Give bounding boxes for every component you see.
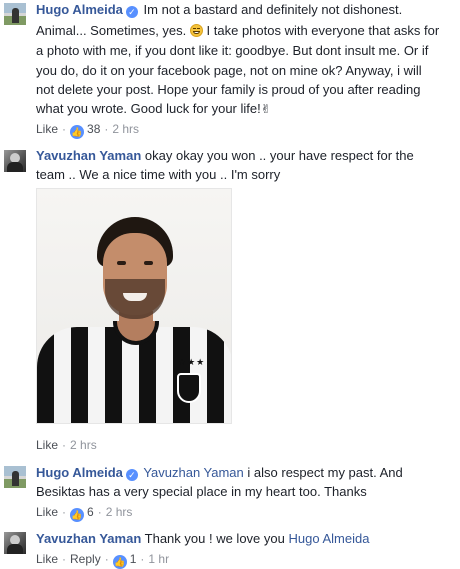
comment-actions: Like · 👍 6 · 2 hrs — [36, 505, 133, 522]
like-link[interactable]: Like — [36, 505, 58, 519]
grinning-sweat-emoji-icon — [189, 24, 203, 37]
comment-line: Hugo Almeida ✓ Im not a bastard and defin… — [36, 0, 402, 19]
comment-line: you do, do it on your facebook page, not… — [36, 63, 422, 78]
comment-line: Animal... Sometimes, yes. I take photos … — [36, 21, 439, 40]
reaction-count[interactable]: 38 — [87, 122, 100, 136]
comment-line: Yavuzhan Yaman okay okay you won .. your… — [36, 146, 414, 165]
author-avatar[interactable] — [4, 466, 26, 488]
verified-badge-icon: ✓ — [125, 469, 138, 481]
comment-actions: Like · Reply · 👍 1 · 1 hr — [36, 552, 170, 569]
verified-badge-icon: ✓ — [125, 6, 138, 18]
like-link[interactable]: Like — [36, 122, 58, 136]
reply-link[interactable]: Reply — [70, 552, 101, 566]
comment-text: Im not a bastard and definitely not dish… — [143, 2, 403, 17]
author-name[interactable]: Yavuzhan Yaman — [36, 531, 141, 546]
comment-line: not delete your post. Hope your family i… — [36, 82, 421, 97]
comment-text: i also respect my past. And — [247, 465, 403, 480]
timestamp[interactable]: 2 hrs — [106, 505, 133, 519]
author-name[interactable]: Yavuzhan Yaman — [36, 148, 141, 163]
comment-line: what you wrote. Good luck for your life!… — [36, 99, 271, 119]
comment-text: okay okay you won .. your have respect f… — [144, 148, 414, 163]
timestamp[interactable]: 1 hr — [148, 552, 169, 566]
mention-link[interactable]: Hugo Almeida — [288, 531, 369, 546]
comment-line: team .. We a nice time with you .. I'm s… — [36, 167, 281, 182]
mention-link[interactable]: Yavuzhan Yaman — [143, 465, 243, 480]
timestamp[interactable]: 2 hrs — [70, 438, 97, 452]
author-name[interactable]: Hugo Almeida — [36, 465, 123, 480]
comment-text: I take photos with everyone that asks fo… — [206, 23, 440, 38]
comment-actions: Like · 2 hrs — [36, 438, 97, 452]
victory-hand-icon: ✌ — [260, 102, 271, 116]
timestamp[interactable]: 2 hrs — [112, 122, 139, 136]
player-photo-image[interactable]: ★★★ — [36, 188, 232, 424]
thumbs-up-icon[interactable]: 👍 — [70, 508, 85, 522]
comment-actions: Like · 👍 38 · 2 hrs — [36, 122, 140, 139]
like-link[interactable]: Like — [36, 438, 58, 452]
thumbs-up-icon[interactable]: 👍 — [70, 125, 85, 139]
comment-line: Yavuzhan Yaman Thank you ! we love you H… — [36, 529, 369, 548]
reaction-count[interactable]: 1 — [130, 552, 137, 566]
reaction-count[interactable]: 6 — [87, 505, 94, 519]
author-name[interactable]: Hugo Almeida — [36, 2, 123, 17]
comment-line: a photo with me, if you dont like it: go… — [36, 43, 429, 58]
comment-text: Thank you ! we love you — [144, 531, 285, 546]
comment-line: Hugo Almeida ✓ Yavuzhan Yaman i also resp… — [36, 463, 403, 482]
author-avatar[interactable] — [4, 150, 26, 172]
comment-text: Animal... Sometimes, yes. — [36, 23, 187, 38]
thumbs-up-icon[interactable]: 👍 — [112, 555, 127, 569]
comment-text: what you wrote. Good luck for your life! — [36, 101, 261, 116]
author-avatar[interactable] — [4, 3, 26, 25]
comment-line: Besiktas has a very special place in my … — [36, 484, 367, 499]
like-link[interactable]: Like — [36, 552, 58, 566]
author-avatar[interactable] — [4, 532, 26, 554]
